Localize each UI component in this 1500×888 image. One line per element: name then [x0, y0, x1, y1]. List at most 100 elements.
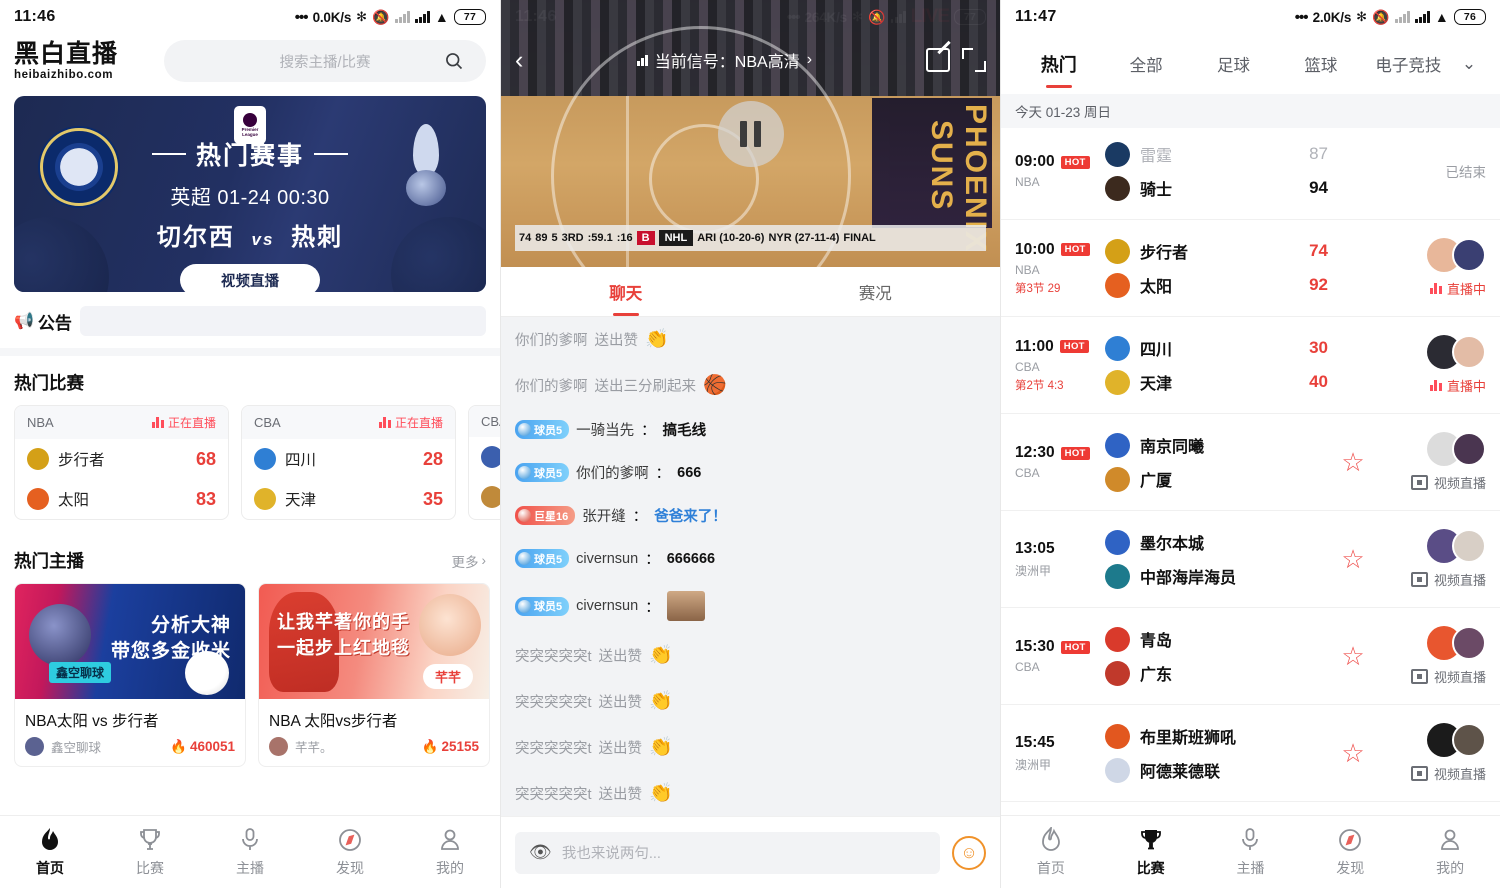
- fullscreen-icon[interactable]: [962, 48, 986, 72]
- tab-chat[interactable]: 聊天: [501, 267, 751, 316]
- chat-message-list[interactable]: 你们的爹啊 送出赞 👏 你们的爹啊 送出三分刷起来 🏀 球员5 一骑当先 ： 搞…: [501, 317, 1000, 816]
- carousel-dot[interactable]: [247, 279, 253, 285]
- tab-all[interactable]: 全部: [1102, 52, 1189, 76]
- chevron-right-icon[interactable]: ›: [807, 51, 812, 69]
- avatar[interactable]: [1452, 335, 1486, 369]
- favorite-toggle[interactable]: ☆: [1338, 740, 1368, 766]
- hot-matches-list[interactable]: NBA 正在直播 步行者 68 太阳 83 CBA 正在直播 四川 28 天津 …: [0, 405, 500, 534]
- anchor-thumb-avatar: [29, 604, 91, 666]
- anchor-card[interactable]: 让我芊著你的手 一起步上红地毯 芊芊 NBA 太阳vs步行者 芊芊。 🔥 251…: [258, 583, 490, 767]
- search-input[interactable]: 搜索主播/比赛: [164, 40, 486, 82]
- chevron-down-icon[interactable]: ⌄: [1452, 54, 1486, 74]
- star-icon[interactable]: ☆: [1341, 740, 1364, 766]
- banner-carousel-dots[interactable]: [14, 279, 486, 285]
- star-icon[interactable]: ☆: [1341, 546, 1364, 572]
- match-row[interactable]: 15:30 HOT CBA 青岛 广东 ☆ 视频直播: [1001, 608, 1500, 705]
- match-row[interactable]: 15:45 澳洲甲 布里斯班狮吼 阿德莱德联 ☆ 视频直播: [1001, 705, 1500, 802]
- anchor-avatars[interactable]: [1427, 529, 1486, 563]
- favorite-toggle[interactable]: ☆: [1338, 546, 1368, 572]
- bottom-tab-bar-home[interactable]: 首页 比赛 主播 发现 我的: [0, 815, 500, 888]
- tab-matches[interactable]: 比赛: [1101, 827, 1201, 878]
- match-row[interactable]: 11:00 HOT CBA 第2节 4:3 四川 天津 30 40 直播中: [1001, 317, 1500, 414]
- match-time-block: 09:00 HOT NBA: [1015, 153, 1105, 189]
- match-teams: 四川 天津: [1105, 331, 1272, 399]
- play-pause-button[interactable]: [717, 100, 784, 167]
- promo-banner[interactable]: Premier League 热门赛事 英超 01-24 00:30 切尔西 v…: [14, 96, 486, 292]
- video-live-status: 视频直播: [1410, 473, 1486, 492]
- anchor-avatars[interactable]: [1427, 432, 1486, 466]
- hot-match-card[interactable]: CBA 正在直播 四川 28 天津 35: [241, 405, 456, 520]
- tab-profile[interactable]: 我的: [1400, 827, 1500, 878]
- edit-icon[interactable]: [926, 48, 950, 72]
- anchor-avatars[interactable]: [1427, 626, 1486, 660]
- match-row[interactable]: 12:30 HOT CBA 南京同曦 广厦 ☆ 视频直播: [1001, 414, 1500, 511]
- match-league: CBA: [1015, 660, 1040, 674]
- bottom-tab-bar-schedule[interactable]: 首页 比赛 主播 发现 我的: [1001, 815, 1500, 888]
- carousel-dot[interactable]: [262, 279, 268, 285]
- tab-football[interactable]: 足球: [1190, 52, 1277, 76]
- tab-anchors[interactable]: 主播: [200, 827, 300, 878]
- avatar[interactable]: [1452, 529, 1486, 563]
- chat-username: 你们的爹啊: [515, 332, 588, 349]
- chevron-left-icon[interactable]: ‹: [515, 47, 523, 73]
- tab-anchors[interactable]: 主播: [1201, 827, 1301, 878]
- carousel-dot[interactable]: [232, 279, 238, 285]
- banner-content: 热门赛事 英超 01-24 00:30 切尔西 vs 热刺 视频直播: [14, 136, 486, 292]
- avatar[interactable]: [1452, 238, 1486, 272]
- video-player[interactable]: PHOENIX SUNS 11:46 ••• 264K/s ✻ 🔕 LIVE 7…: [501, 0, 1000, 267]
- chat-message: 你们的爹啊 送出三分刷起来 🏀: [515, 373, 986, 397]
- hot-anchors-more-button[interactable]: 更多 ›: [452, 551, 487, 571]
- star-icon[interactable]: ☆: [1341, 643, 1364, 669]
- hot-anchors-list[interactable]: 分析大神 带您多金收米 鑫空聊球 NBA太阳 vs 步行者 鑫空聊球 🔥 460…: [0, 583, 500, 767]
- match-row[interactable]: 13:05 澳洲甲 墨尔本城 中部海岸海员 ☆ 视频直播: [1001, 511, 1500, 608]
- avatar[interactable]: [1452, 626, 1486, 660]
- match-schedule-panel: 11:47 ••• 2.0K/s ✻ 🔕 ▲ 76 热门 全部 足球 篮球 电子…: [1000, 0, 1500, 888]
- tab-discover[interactable]: 发现: [300, 827, 400, 878]
- video-live-status: 视频直播: [1410, 570, 1486, 589]
- tab-matches-label: 比赛: [136, 859, 164, 876]
- hot-match-card[interactable]: CBA: [468, 405, 500, 520]
- match-row[interactable]: 09:00 HOT NBA 雷霆 骑士 87 94 已结束: [1001, 123, 1500, 220]
- eye-slash-icon[interactable]: 👁: [529, 842, 552, 863]
- anchor-avatars[interactable]: [1427, 723, 1486, 757]
- match-time: 15:30: [1015, 638, 1055, 655]
- match-list[interactable]: 09:00 HOT NBA 雷霆 骑士 87 94 已结束 10:00 HOT …: [1001, 123, 1500, 815]
- signal-selector[interactable]: 当前信号：NBA高清 ›: [535, 48, 914, 72]
- chat-tab-bar[interactable]: 聊天 赛况: [501, 267, 1000, 317]
- favorite-toggle[interactable]: ☆: [1338, 449, 1368, 475]
- category-tab-bar[interactable]: 热门 全部 足球 篮球 电子竞技 ⌄: [1001, 34, 1500, 94]
- avatar[interactable]: [1452, 723, 1486, 757]
- star-icon[interactable]: ☆: [1341, 449, 1364, 475]
- avatar[interactable]: [1452, 432, 1486, 466]
- anchor-card[interactable]: 分析大神 带您多金收米 鑫空聊球 NBA太阳 vs 步行者 鑫空聊球 🔥 460…: [14, 583, 246, 767]
- tab-hot[interactable]: 热门: [1015, 51, 1102, 77]
- search-icon[interactable]: [444, 51, 464, 71]
- tab-matches[interactable]: 比赛: [100, 827, 200, 878]
- tab-esports[interactable]: 电子竞技: [1365, 52, 1452, 76]
- hot-match-card[interactable]: NBA 正在直播 步行者 68 太阳 83: [14, 405, 229, 520]
- chat-action: 送出赞: [598, 694, 643, 711]
- anchor-avatars[interactable]: [1427, 238, 1486, 272]
- tab-home[interactable]: 首页: [0, 827, 100, 878]
- chat-input-bar[interactable]: 👁 我也来说两句... ☺: [501, 816, 1000, 888]
- tab-home[interactable]: 首页: [1001, 826, 1101, 878]
- chat-colon: ：: [655, 466, 671, 482]
- announcement-bar[interactable]: 📢 公告: [0, 292, 500, 348]
- tab-profile[interactable]: 我的: [400, 827, 500, 878]
- chat-text-input[interactable]: 👁 我也来说两句...: [515, 831, 940, 874]
- anchor-thumb-line2: 一起步上红地毯: [277, 638, 410, 658]
- badge-label: 巨星16: [534, 510, 569, 523]
- emoji-icon[interactable]: ☺: [952, 835, 986, 870]
- chat-sticker-image: [666, 591, 705, 621]
- status-time: 11:47: [1015, 8, 1057, 25]
- banner-watch-button[interactable]: 视频直播: [180, 264, 320, 292]
- live-player-panel: PHOENIX SUNS 11:46 ••• 264K/s ✻ 🔕 LIVE 7…: [500, 0, 1000, 888]
- match-row[interactable]: 10:00 HOT NBA 第3节 29 步行者 太阳 74 92 直播中: [1001, 220, 1500, 317]
- tab-discover[interactable]: 发现: [1300, 827, 1400, 878]
- match-league: 澳洲甲: [1015, 757, 1052, 772]
- team-name: 天津: [285, 492, 317, 509]
- tab-match-status[interactable]: 赛况: [751, 267, 1001, 316]
- favorite-toggle[interactable]: ☆: [1338, 643, 1368, 669]
- tab-basketball[interactable]: 篮球: [1277, 52, 1364, 76]
- anchor-avatars[interactable]: [1427, 335, 1486, 369]
